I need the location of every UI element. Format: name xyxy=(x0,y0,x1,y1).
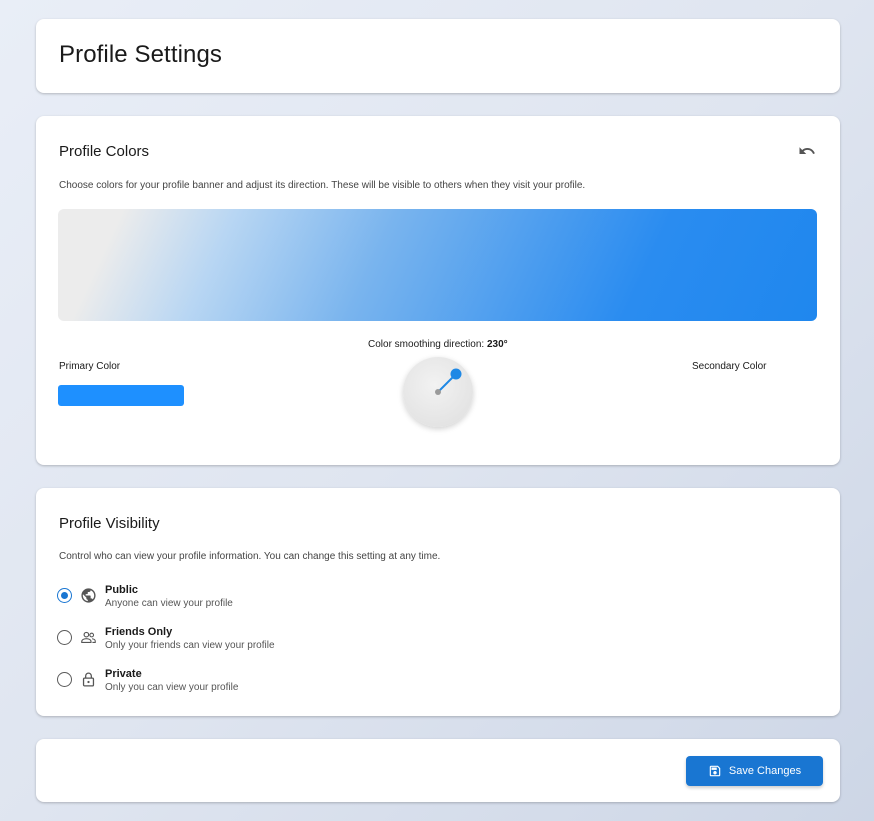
direction-label: Color smoothing direction: xyxy=(368,339,487,350)
primary-color-label: Primary Color xyxy=(59,361,121,372)
profile-colors-description: Choose colors for your profile banner an… xyxy=(59,180,586,191)
visibility-option-private[interactable]: Private Only you can view your profile xyxy=(57,668,457,702)
dial-center xyxy=(435,389,441,395)
profile-colors-card: Profile Colors Choose colors for your pr… xyxy=(36,116,840,465)
page-title: Profile Settings xyxy=(59,41,223,68)
save-icon xyxy=(709,765,721,777)
radio-friends[interactable] xyxy=(57,630,72,645)
lock-icon xyxy=(82,672,95,687)
radio-private[interactable] xyxy=(57,672,72,687)
reset-colors-button[interactable] xyxy=(796,140,818,162)
globe-icon xyxy=(81,588,96,603)
visibility-option-public[interactable]: Public Anyone can view your profile xyxy=(57,584,457,618)
header-card: Profile Settings xyxy=(36,19,840,93)
direction-label-row: Color smoothing direction: 230° xyxy=(368,339,508,350)
save-changes-label: Save Changes xyxy=(728,765,802,777)
option-subtitle: Anyone can view your profile xyxy=(105,598,233,609)
profile-visibility-card: Profile Visibility Control who can view … xyxy=(36,488,840,716)
undo-icon xyxy=(799,147,815,154)
profile-colors-title: Profile Colors xyxy=(59,143,150,160)
direction-dial-graphic xyxy=(435,368,462,395)
option-title: Friends Only xyxy=(105,626,173,638)
direction-value: 230° xyxy=(486,339,508,350)
primary-color-swatch[interactable] xyxy=(58,385,184,406)
secondary-color-label: Secondary Color xyxy=(692,361,767,372)
option-title: Private xyxy=(105,668,142,680)
radio-public[interactable] xyxy=(57,588,72,603)
option-subtitle: Only your friends can view your profile xyxy=(105,640,275,651)
profile-visibility-title: Profile Visibility xyxy=(59,515,160,532)
direction-dial[interactable] xyxy=(403,357,473,427)
banner-preview xyxy=(58,209,817,321)
option-subtitle: Only you can view your profile xyxy=(105,682,239,693)
profile-visibility-description: Control who can view your profile inform… xyxy=(59,551,441,562)
actions-card: Save Changes xyxy=(36,739,840,802)
option-title: Public xyxy=(105,584,139,596)
visibility-option-friends[interactable]: Friends Only Only your friends can view … xyxy=(57,626,457,660)
save-changes-button[interactable]: Save Changes xyxy=(686,756,823,786)
dial-handle[interactable] xyxy=(450,368,462,380)
people-icon xyxy=(81,631,96,644)
